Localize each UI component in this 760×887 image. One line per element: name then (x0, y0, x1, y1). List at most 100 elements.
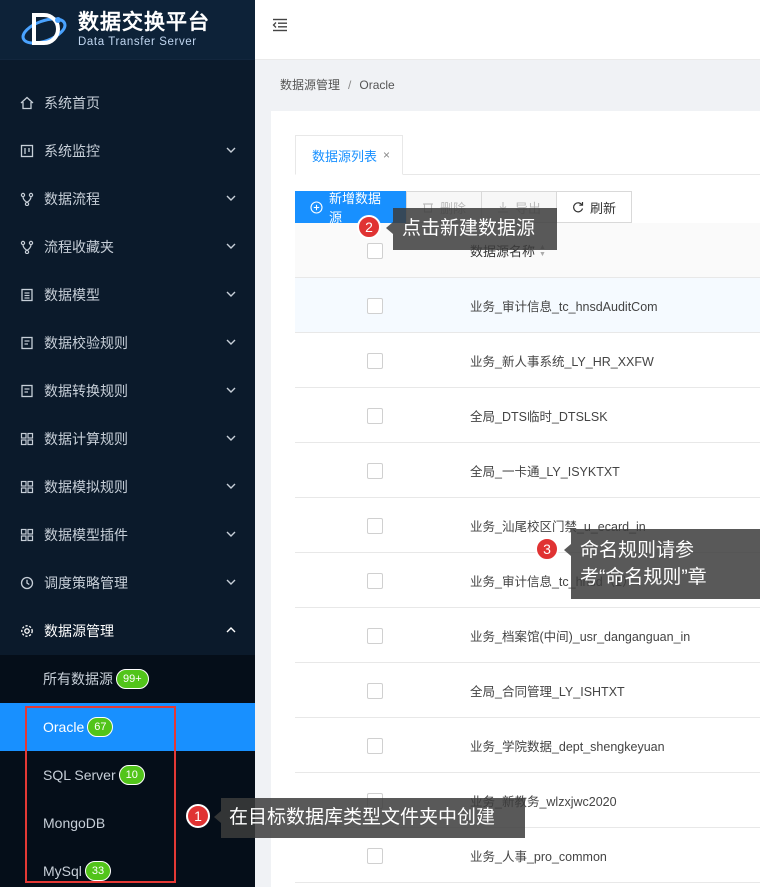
top-header (255, 0, 760, 60)
sidebar-item-flow-favorites[interactable]: 流程收藏夹 (0, 223, 255, 271)
submenu-item-label: 所有数据源 (43, 671, 113, 687)
sidebar-item-label: 数据模型插件 (44, 527, 128, 543)
sidebar-item-label: 流程收藏夹 (44, 239, 114, 255)
flow-icon (20, 192, 34, 206)
doc-icon (20, 384, 34, 398)
chevron-down-icon (226, 339, 236, 345)
chevron-down-icon (226, 435, 236, 441)
tab-bar: 数据源列表 × (295, 135, 760, 175)
sidebar-item-home[interactable]: 系统首页 (0, 79, 255, 127)
chevron-down-icon (226, 195, 236, 201)
refresh-icon (572, 201, 584, 213)
row-checkbox[interactable] (367, 628, 383, 644)
row-checkbox[interactable] (367, 848, 383, 864)
step-1-tooltip: 在目标数据库类型文件夹中创建 (221, 798, 525, 838)
table-row[interactable]: 全局_一卡通_LY_ISYKTXT (295, 443, 760, 498)
count-badge: 99+ (116, 669, 149, 689)
breadcrumb-separator: / (348, 78, 352, 92)
row-checkbox[interactable] (367, 573, 383, 589)
row-checkbox[interactable] (367, 353, 383, 369)
sidebar-item-compute-rules[interactable]: 数据计算规则 (0, 415, 255, 463)
chevron-down-icon (226, 243, 236, 249)
flow-icon (20, 240, 34, 254)
row-checkbox[interactable] (367, 738, 383, 754)
submenu-item-all-datasources[interactable]: 所有数据源 99+ (0, 655, 255, 703)
sidebar-item-validation-rules[interactable]: 数据校验规则 (0, 319, 255, 367)
datasource-name: 全局_合同管理_LY_ISHTXT (470, 685, 625, 699)
step-3-line-1: 命名规则请参 (580, 540, 695, 561)
sidebar-item-flow[interactable]: 数据流程 (0, 175, 255, 223)
step-1-pointer (214, 811, 221, 823)
row-checkbox[interactable] (367, 408, 383, 424)
step-1-marker: 1 (186, 804, 210, 828)
breadcrumb-current: Oracle (359, 78, 395, 92)
table-row[interactable]: 全局_合同管理_LY_ISHTXT (295, 663, 760, 718)
chevron-down-icon (226, 483, 236, 489)
step-2-pointer (386, 222, 393, 234)
new-datasource-button[interactable]: 新增数据源 (295, 191, 407, 225)
close-icon[interactable]: × (383, 148, 390, 162)
gear-icon (20, 624, 34, 638)
sidebar-item-label: 系统监控 (44, 143, 100, 159)
step-3-line-2: 考“命名规则”章 (580, 567, 707, 588)
doc-icon (20, 336, 34, 350)
sidebar-item-scheduling[interactable]: 调度策略管理 (0, 559, 255, 607)
highlight-box (25, 706, 176, 883)
sidebar-item-transform-rules[interactable]: 数据转换规则 (0, 367, 255, 415)
refresh-label: 刷新 (589, 200, 616, 216)
sidebar-item-monitor[interactable]: 系统监控 (0, 127, 255, 175)
sidebar-item-label: 数据计算规则 (44, 431, 128, 447)
logo-icon (20, 7, 72, 53)
row-checkbox[interactable] (367, 463, 383, 479)
monitor-icon (20, 144, 34, 158)
breadcrumb-parent[interactable]: 数据源管理 (280, 78, 340, 92)
select-all-checkbox[interactable] (367, 243, 383, 259)
sidebar-item-simulation-rules[interactable]: 数据模拟规则 (0, 463, 255, 511)
chevron-down-icon (226, 579, 236, 585)
table-row[interactable]: 全局_DTS临时_DTSLSK (295, 388, 760, 443)
sidebar-item-label: 调度策略管理 (44, 575, 128, 591)
chevron-down-icon (226, 147, 236, 153)
list-icon (20, 288, 34, 302)
tab-datasource-list[interactable]: 数据源列表 × (295, 135, 403, 175)
sidebar-item-label: 数据校验规则 (44, 335, 128, 351)
breadcrumb: 数据源管理 / Oracle (280, 76, 395, 93)
step-2-tooltip: 点击新建数据源 (393, 208, 557, 250)
sidebar-item-label: 数据转换规则 (44, 383, 128, 399)
table-row[interactable]: 业务_学院数据_dept_shengkeyuan (295, 718, 760, 773)
table-row[interactable]: 业务_审计信息_tc_hnsdAuditCom (295, 278, 760, 333)
table-row[interactable]: 业务_档案馆(中间)_usr_danganguan_in (295, 608, 760, 663)
menu-fold-icon[interactable] (272, 17, 288, 33)
step-3-marker: 3 (535, 537, 559, 561)
chevron-down-icon (226, 291, 236, 297)
step-3-pointer (564, 544, 571, 556)
sidebar-item-label: 数据源管理 (44, 623, 114, 639)
sidebar-item-label: 数据模型 (44, 287, 100, 303)
app-subtitle: Data Transfer Server (78, 35, 197, 48)
grid-icon (20, 432, 34, 446)
sidebar-item-label: 系统首页 (44, 95, 100, 111)
tab-label: 数据源列表 (312, 148, 378, 164)
grid-icon (20, 480, 34, 494)
home-icon (20, 96, 34, 110)
row-checkbox[interactable] (367, 683, 383, 699)
datasource-name: 全局_DTS临时_DTSLSK (470, 410, 608, 424)
sidebar-item-label: 数据模拟规则 (44, 479, 128, 495)
clock-icon (20, 576, 34, 590)
table-row[interactable]: 业务_新人事系统_LY_HR_XXFW (295, 333, 760, 388)
logo: 数据交换平台 Data Transfer Server (0, 0, 255, 60)
datasource-name: 业务_档案馆(中间)_usr_danganguan_in (470, 630, 691, 644)
row-checkbox[interactable] (367, 298, 383, 314)
grid-icon (20, 528, 34, 542)
sidebar-item-model-plugins[interactable]: 数据模型插件 (0, 511, 255, 559)
sidebar-item-data-model[interactable]: 数据模型 (0, 271, 255, 319)
datasource-name: 全局_一卡通_LY_ISYKTXT (470, 465, 620, 479)
chevron-down-icon (226, 387, 236, 393)
sidebar-item-datasource-management[interactable]: 数据源管理 (0, 607, 255, 655)
refresh-button[interactable]: 刷新 (556, 191, 632, 223)
chevron-up-icon (226, 627, 236, 633)
row-checkbox[interactable] (367, 518, 383, 534)
datasource-name: 业务_审计信息_tc_hnsdAuditCom (470, 300, 658, 314)
datasource-name: 业务_新人事系统_LY_HR_XXFW (470, 355, 654, 369)
app-title: 数据交换平台 (78, 10, 210, 34)
